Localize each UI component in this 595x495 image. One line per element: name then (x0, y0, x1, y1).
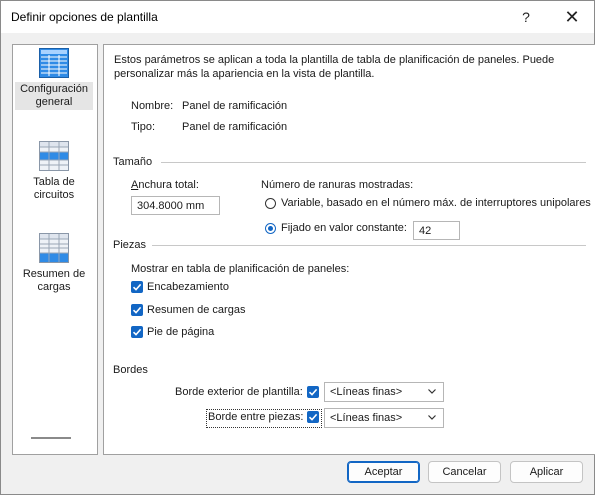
radio-fixed[interactable] (265, 223, 276, 234)
outer-border-select-value: <Líneas finas> (330, 386, 403, 398)
title-bar: Definir opciones de plantilla ? ✕ (1, 1, 594, 33)
sidebar-item-load-summary[interactable]: Resumen de cargas (15, 233, 93, 295)
chevron-down-icon (428, 389, 436, 394)
type-label: Tipo: (131, 121, 156, 133)
size-separator (161, 162, 586, 163)
radio-fixed-label: Fijado en valor constante: (281, 222, 407, 234)
type-value: Panel de ramificación (182, 121, 288, 133)
header-checkbox-label: Encabezamiento (147, 281, 229, 293)
radio-variable[interactable] (265, 198, 276, 209)
outer-border-label: Borde exterior de plantilla: (175, 386, 303, 398)
dialog-title: Definir opciones de plantilla (11, 10, 158, 24)
between-border-label: Borde entre piezas: (208, 411, 304, 423)
checkmark-icon (132, 283, 142, 291)
outer-border-checkbox[interactable] (307, 386, 319, 398)
dialog-window: Definir opciones de plantilla ? ✕ Config… (0, 0, 595, 495)
load-summary-checkbox-label: Resumen de cargas (147, 304, 246, 316)
width-label: Anchura total: (131, 179, 199, 191)
width-input[interactable]: 304.8000 mm (131, 196, 220, 215)
parts-section-title: Piezas (113, 239, 147, 251)
size-section-title: Tamaño (113, 156, 153, 168)
header-checkbox[interactable] (131, 281, 143, 293)
sidebar-item-label: Tabla de circuitos (33, 176, 75, 201)
between-border-select[interactable]: <Líneas finas> (324, 408, 444, 428)
checkmark-icon (132, 306, 142, 314)
cancel-button[interactable]: Cancelar (428, 461, 501, 483)
footer-checkbox[interactable] (131, 326, 143, 338)
sidebar-item-circuits[interactable]: Tabla de circuitos (15, 141, 93, 203)
checkmark-icon (132, 328, 142, 336)
between-border-checkbox[interactable] (307, 411, 319, 423)
show-in-schedule-label: Mostrar en tabla de planificación de pan… (131, 263, 350, 275)
footer-checkbox-label: Pie de página (147, 326, 215, 338)
outer-border-select[interactable]: <Líneas finas> (324, 382, 444, 402)
borders-section-title: Bordes (113, 364, 148, 376)
sidebar-scrollbar[interactable] (31, 437, 71, 439)
slots-label: Número de ranuras mostradas: (261, 179, 414, 191)
load-summary-checkbox[interactable] (131, 304, 143, 316)
radio-variable-label: Variable, basado en el número máx. de in… (281, 197, 591, 209)
parts-separator (152, 245, 586, 246)
between-border-select-value: <Líneas finas> (330, 412, 403, 424)
grid-table-icon (39, 48, 69, 78)
fixed-value-input[interactable]: 42 (413, 221, 460, 240)
panel-description: Estos parámetros se aplican a toda la pl… (114, 54, 555, 80)
chevron-down-icon (428, 415, 436, 420)
apply-button[interactable]: Aplicar (510, 461, 583, 483)
settings-panel: Estos parámetros se aplican a toda la pl… (103, 44, 595, 455)
name-label: Nombre: (131, 100, 174, 112)
category-sidebar: Configuración general Tabla de circuitos (12, 44, 98, 455)
checkmark-icon (308, 413, 318, 421)
checkmark-icon (308, 388, 318, 396)
ok-button[interactable]: Aceptar (347, 461, 420, 483)
name-value: Panel de ramificación (182, 100, 288, 112)
sidebar-item-general[interactable]: Configuración general (15, 48, 93, 110)
sidebar-item-label: Configuración general (15, 82, 93, 110)
help-button[interactable]: ? (505, 1, 547, 33)
sidebar-item-label: Resumen de cargas (22, 268, 86, 293)
load-summary-icon (39, 233, 69, 263)
circuit-table-icon (39, 141, 69, 171)
close-button[interactable]: ✕ (551, 1, 593, 33)
